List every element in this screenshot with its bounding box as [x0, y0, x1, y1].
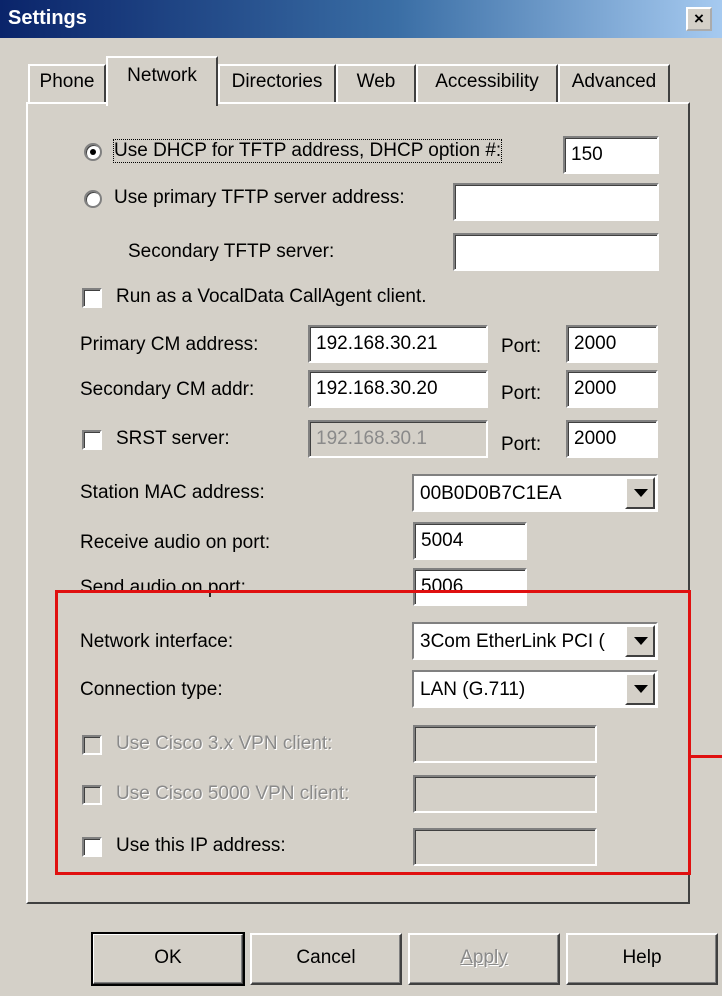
secondary-tftp-label: Secondary TFTP server:: [128, 241, 335, 262]
srst-label: SRST server:: [116, 428, 230, 449]
radio-dot: [90, 149, 96, 155]
primary-cm-label: Primary CM address:: [80, 334, 259, 355]
station-mac-value: 00B0D0B7C1EA: [420, 483, 562, 504]
srst-port-input[interactable]: 2000: [566, 420, 658, 458]
secondary-cm-label: Secondary CM addr:: [80, 379, 255, 400]
primary-port-input[interactable]: 2000: [566, 325, 658, 363]
secondary-port-input[interactable]: 2000: [566, 370, 658, 408]
dhcp-label: Use DHCP for TFTP address, DHCP option #…: [112, 139, 503, 163]
secondary-port-label: Port:: [501, 383, 542, 404]
primary-tftp-input[interactable]: [453, 183, 659, 221]
primary-tftp-radio[interactable]: [84, 190, 102, 208]
primary-port-label: Port:: [501, 336, 542, 357]
dhcp-option-input[interactable]: 150: [563, 136, 659, 174]
callagent-label: Run as a VocalData CallAgent client.: [116, 286, 427, 307]
station-mac-label: Station MAC address:: [80, 482, 265, 503]
dhcp-radio[interactable]: [84, 143, 102, 161]
srst-checkbox[interactable]: [82, 430, 102, 450]
secondary-cm-input[interactable]: 192.168.30.20: [308, 370, 488, 408]
primary-tftp-label: Use primary TFTP server address:: [114, 187, 405, 208]
highlight-annotation-line: [690, 755, 722, 758]
srst-input[interactable]: 192.168.30.1: [308, 420, 488, 458]
srst-port-label: Port:: [501, 434, 542, 455]
receive-audio-label: Receive audio on port:: [80, 532, 271, 553]
callagent-checkbox[interactable]: [82, 288, 102, 308]
secondary-tftp-input[interactable]: [453, 233, 659, 271]
receive-audio-input[interactable]: 5004: [413, 522, 527, 560]
primary-cm-input[interactable]: 192.168.30.21: [308, 325, 488, 363]
chevron-down-icon[interactable]: [625, 477, 655, 509]
highlight-annotation-box: [55, 590, 691, 875]
station-mac-dropdown[interactable]: 00B0D0B7C1EA: [412, 474, 658, 512]
